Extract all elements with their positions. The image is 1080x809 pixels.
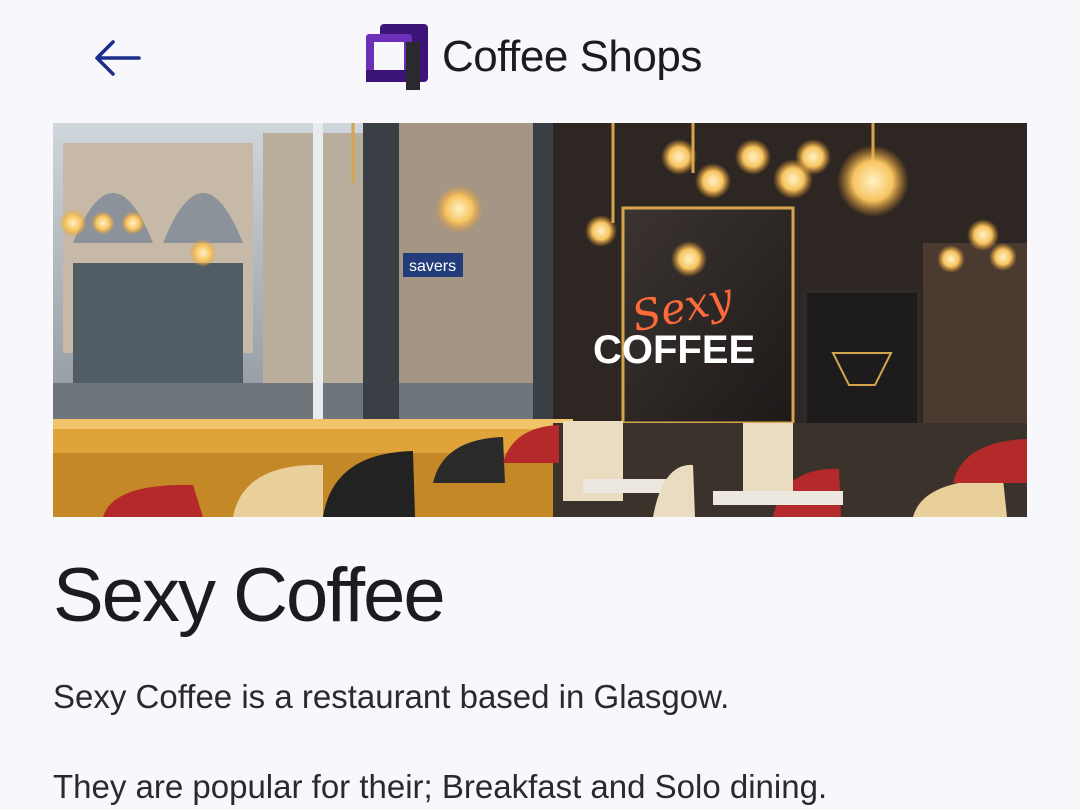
window-sign-text: savers [409, 258, 456, 275]
app-title: Coffee Shops [442, 32, 702, 81]
arrow-left-icon [95, 40, 141, 76]
coffee-shops-logo-icon [366, 24, 428, 90]
app-brand: Coffee Shops [366, 24, 702, 90]
back-button[interactable] [88, 32, 148, 84]
shop-hero-image: savers Sexy COFFEE [53, 123, 1027, 517]
shop-popular-for: They are popular for their; Breakfast an… [53, 768, 828, 805]
hero-sign-main: COFFEE [593, 328, 755, 372]
shop-description: Sexy Coffee is a restaurant based in Gla… [53, 678, 730, 715]
shop-name-title: Sexy Coffee [53, 553, 446, 638]
app-header: Coffee Shops [0, 0, 1080, 115]
